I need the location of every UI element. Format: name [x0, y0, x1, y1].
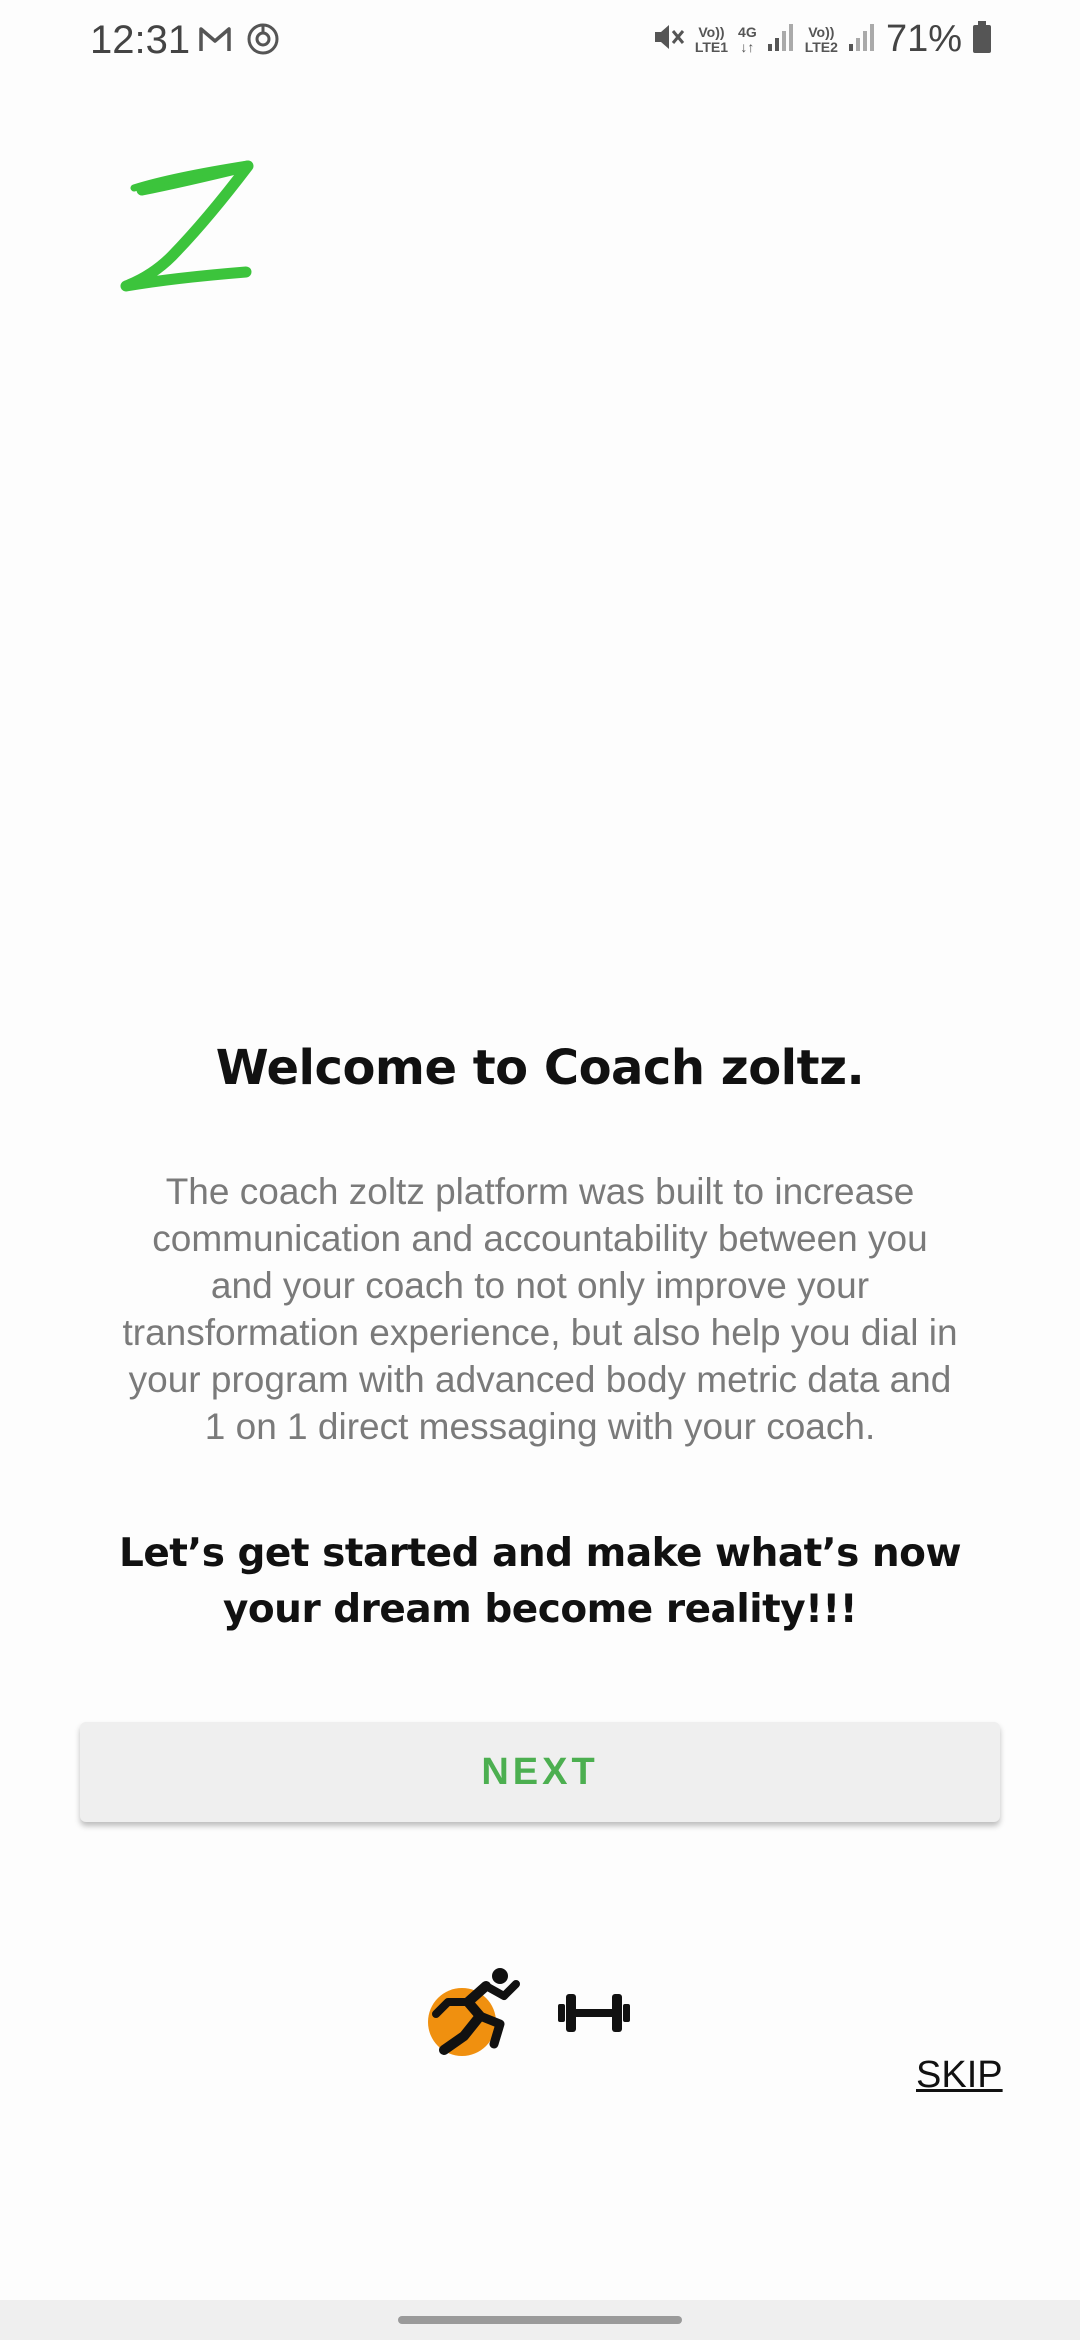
- next-button[interactable]: NEXT: [80, 1722, 1000, 1822]
- signal1-icon: [767, 22, 795, 57]
- volte2-top: Vo)): [808, 23, 835, 40]
- status-bar: 12:31 Vo)) LTE1 4G ↓↑ Vo)) LTE2 71%: [0, 0, 1080, 84]
- z-logo-icon: [112, 160, 262, 300]
- onboarding-screen: 12:31 Vo)) LTE1 4G ↓↑ Vo)) LTE2 71% Welc…: [0, 0, 1080, 2340]
- volte1-bottom: LTE1: [694, 38, 729, 55]
- status-left-icons: [198, 22, 280, 61]
- status-right-icons: Vo)) LTE1 4G ↓↑ Vo)) LTE2 71%: [651, 18, 992, 61]
- battery-percent: 71%: [885, 18, 962, 60]
- 4g-icon: 4G ↓↑: [738, 23, 757, 55]
- navigation-bar: [0, 2300, 1080, 2340]
- dumbbell-icon[interactable]: [556, 1990, 632, 2036]
- welcome-title: Welcome to Coach zoltz.: [215, 1040, 865, 1096]
- signal2-icon: [848, 22, 876, 57]
- status-time: 12:31: [90, 18, 191, 62]
- network-bottom: ↓↑: [740, 38, 755, 55]
- skip-link[interactable]: SKIP: [916, 2054, 1003, 2097]
- gmail-icon: [198, 25, 232, 58]
- runner-icon[interactable]: [424, 1962, 524, 2062]
- network-top: 4G: [738, 23, 757, 40]
- mute-icon: [651, 20, 685, 59]
- battery-icon: [972, 20, 992, 59]
- welcome-cta: Let’s get started and make what’s now yo…: [118, 1531, 962, 1632]
- home-indicator[interactable]: [398, 2316, 682, 2324]
- volte2-bottom: LTE2: [804, 38, 838, 55]
- volte2-icon: Vo)) LTE2: [804, 23, 838, 55]
- volte1-icon: Vo)) LTE1: [694, 23, 729, 55]
- sync-circle-icon: [246, 22, 280, 61]
- volte1-top: Vo)): [698, 23, 725, 40]
- welcome-body: The coach zoltz platform was built to in…: [122, 1171, 958, 1447]
